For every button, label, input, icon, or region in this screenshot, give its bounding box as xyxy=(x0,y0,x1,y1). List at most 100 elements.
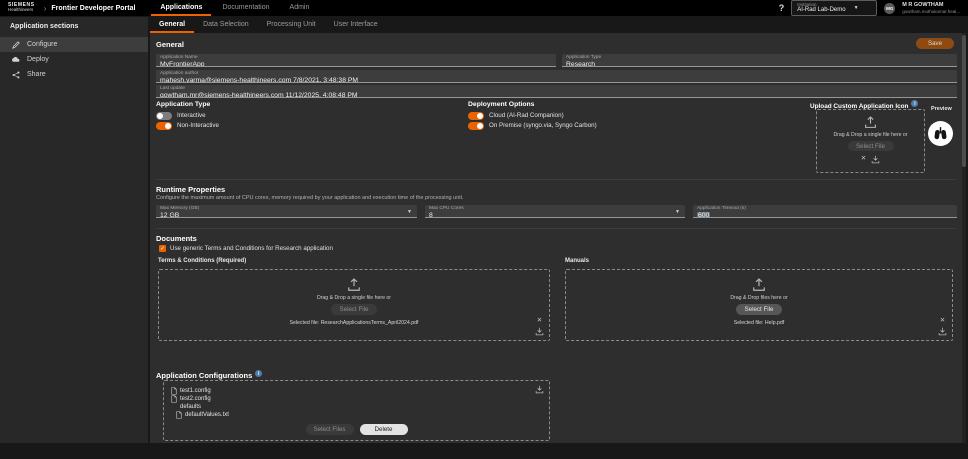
non-interactive-toggle[interactable] xyxy=(156,122,172,130)
toggle-label: Cloud (AI-Rad Companion) xyxy=(489,112,564,119)
config-delete-button[interactable]: Delete xyxy=(360,424,408,435)
info-icon[interactable]: i xyxy=(255,370,262,377)
tab-general[interactable]: General xyxy=(150,17,194,33)
deployment-options-title: Deployment Options xyxy=(468,101,534,108)
terms-selected-file: Selected file: ResearchApplicationsTerms… xyxy=(290,320,419,326)
sidebar-item-configure[interactable]: Configure xyxy=(0,37,148,52)
sidebar-item-label: Configure xyxy=(27,41,57,48)
sidebar-item-label: Deploy xyxy=(27,56,49,63)
divider xyxy=(156,228,956,229)
runtime-properties-heading: Runtime Properties xyxy=(156,185,225,194)
toggle-label: Non-Interactive xyxy=(177,122,219,129)
save-button[interactable]: Save xyxy=(916,38,954,49)
terms-select-file-button[interactable]: Select File xyxy=(331,304,377,315)
share-icon xyxy=(11,71,20,79)
terms-title: Terms & Conditions (Required) xyxy=(158,258,246,264)
application-author-value: mahesh.varma@siemens-healthineers.com 7/… xyxy=(160,77,953,83)
on-premise-toggle[interactable] xyxy=(468,122,484,130)
folder-name: defaults xyxy=(180,404,201,410)
config-select-files-button[interactable]: Select Files xyxy=(306,424,354,435)
section-tabs: General Data Selection Processing Unit U… xyxy=(150,17,962,33)
file-row[interactable]: defaultValues.txt xyxy=(176,411,229,419)
nav-item-admin[interactable]: Admin xyxy=(281,0,319,16)
chevron-down-icon: ▼ xyxy=(675,209,680,215)
max-memory-select[interactable]: Max Memory (GB) 12 GB ▼ xyxy=(156,205,417,218)
scrollbar-thumb[interactable] xyxy=(962,35,966,167)
top-bar-right: ? Institution AI-Rad Lab-Demo ▼ MG M R G… xyxy=(779,0,960,16)
general-heading: General xyxy=(156,40,184,49)
max-cpu-cores-select[interactable]: Max CPU Cores 8 ▼ xyxy=(425,205,685,218)
divider xyxy=(156,179,956,180)
toggle-row-non-interactive: Non-Interactive xyxy=(156,121,219,130)
download-icon[interactable] xyxy=(938,327,947,336)
preview-label: Preview xyxy=(931,106,952,112)
cloud-toggle[interactable] xyxy=(468,112,484,120)
file-row[interactable]: test1.config xyxy=(171,387,229,395)
application-type-field[interactable]: Application Type Research xyxy=(562,54,957,67)
institution-value: AI-Rad Lab-Demo xyxy=(797,7,845,14)
upload-icon xyxy=(347,278,361,292)
toggle-label: Interactive xyxy=(177,112,206,119)
tab-processing-unit[interactable]: Processing Unit xyxy=(258,17,325,33)
config-file-tree: test1.config test2.config defaults defau… xyxy=(171,387,229,419)
icon-select-file-button[interactable]: Select File xyxy=(848,141,894,151)
application-icon-preview xyxy=(928,121,953,146)
toggle-label: On Premise (syngo.via, Syngo Carbon) xyxy=(489,122,597,129)
download-icon[interactable] xyxy=(535,385,544,394)
cloud-icon xyxy=(11,56,20,63)
help-icon[interactable]: ? xyxy=(779,3,785,13)
download-icon[interactable] xyxy=(535,327,544,336)
manuals-selected-file: Selected file: Help.pdf xyxy=(734,320,784,326)
sidebar-item-share[interactable]: Share xyxy=(0,67,148,82)
nav-item-documentation[interactable]: Documentation xyxy=(213,0,278,16)
icon-drop-text: Drag & Drop a single file here or xyxy=(833,132,907,138)
application-name-value: MyFrontierApp xyxy=(160,61,552,67)
close-icon[interactable]: ✕ xyxy=(537,318,542,325)
general-tab-content: General Save Application Name MyFrontier… xyxy=(150,33,962,443)
app-config-heading: Application Configurations xyxy=(156,371,252,380)
application-type-value: Research xyxy=(566,61,953,67)
interactive-toggle[interactable] xyxy=(156,112,172,120)
application-author-field: Application author mahesh.varma@siemens-… xyxy=(156,70,957,83)
documents-heading: Documents xyxy=(156,234,197,243)
generic-terms-checkbox[interactable]: ✓ xyxy=(159,245,166,252)
application-timeout-input[interactable]: Application Timeout (s) 600 xyxy=(693,205,957,218)
toggle-row-on-premise: On Premise (syngo.via, Syngo Carbon) xyxy=(468,121,597,130)
upload-icon xyxy=(752,278,766,292)
lungs-icon xyxy=(932,125,949,142)
product-title: Frontier Developer Portal xyxy=(51,5,135,12)
tab-data-selection[interactable]: Data Selection xyxy=(194,17,258,33)
user-email: gowtham.muthukumar.heal... xyxy=(902,9,960,14)
folder-row[interactable]: defaults xyxy=(180,403,229,411)
manuals-select-file-button[interactable]: Select File xyxy=(736,304,782,315)
institution-select[interactable]: Institution AI-Rad Lab-Demo ▼ xyxy=(791,0,877,16)
application-name-field[interactable]: Application Name MyFrontierApp xyxy=(156,54,556,67)
sidebar-item-deploy[interactable]: Deploy xyxy=(0,52,148,67)
file-icon xyxy=(171,387,177,395)
icon-dropzone[interactable]: Drag & Drop a single file here or Select… xyxy=(816,109,925,173)
close-icon[interactable]: ✕ xyxy=(861,156,866,163)
close-icon[interactable]: ✕ xyxy=(940,318,945,325)
manuals-dropzone[interactable]: Drag & Drop files here or Select File Se… xyxy=(565,269,953,341)
file-name: defaultValues.txt xyxy=(185,412,229,418)
terms-dropzone[interactable]: Drag & Drop a single file here or Select… xyxy=(158,269,550,341)
chevron-down-icon: ▼ xyxy=(854,5,859,11)
toggle-row-cloud: Cloud (AI-Rad Companion) xyxy=(468,111,564,120)
pencil-icon xyxy=(11,41,20,49)
tab-user-interface[interactable]: User Interface xyxy=(325,17,387,33)
file-icon xyxy=(171,395,177,403)
timeout-value: 600 xyxy=(697,212,710,218)
sidebar-item-label: Share xyxy=(27,71,46,78)
config-dropzone[interactable]: test1.config test2.config defaults defau… xyxy=(163,380,550,441)
max-memory-value: 12 GB xyxy=(160,212,413,218)
runtime-description: Configure the maximum amount of CPU core… xyxy=(156,195,464,201)
nav-item-applications[interactable]: Applications xyxy=(151,0,211,16)
file-row[interactable]: test2.config xyxy=(171,395,229,403)
avatar[interactable]: MG xyxy=(884,3,895,14)
content-scrollbar[interactable] xyxy=(962,33,966,443)
download-icon[interactable] xyxy=(871,155,880,164)
upload-icon xyxy=(864,116,877,129)
max-cpu-value: 8 xyxy=(429,212,681,218)
manuals-title: Manuals xyxy=(565,258,589,264)
info-icon[interactable]: i xyxy=(911,100,918,107)
